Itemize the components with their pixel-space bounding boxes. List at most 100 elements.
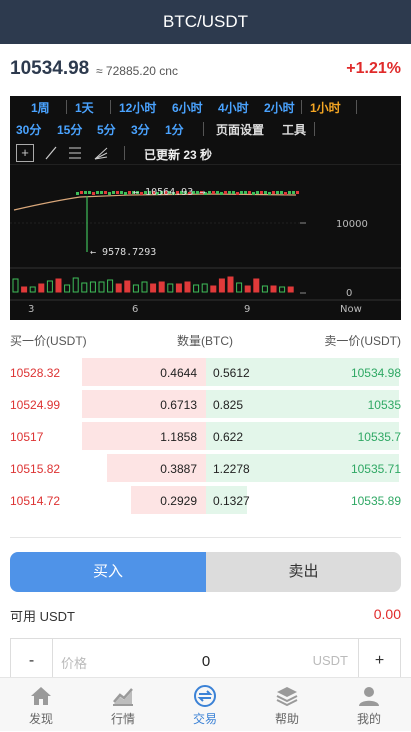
ask-quantity: 1.2278 bbox=[213, 462, 250, 476]
volume-bar bbox=[218, 278, 225, 293]
tf-1h[interactable]: 1小时 bbox=[310, 99, 341, 116]
x-tick-now: Now bbox=[340, 304, 362, 315]
separator bbox=[314, 122, 315, 136]
fan-lines-icon[interactable] bbox=[92, 144, 110, 162]
tools-button[interactable]: 工具 bbox=[282, 121, 306, 138]
volume-bar bbox=[270, 285, 277, 293]
y-tick-10000: 10000 bbox=[336, 219, 368, 230]
price-change: +1.21% bbox=[346, 60, 401, 77]
tf-12h[interactable]: 12小时 bbox=[119, 99, 156, 116]
nav-label: 我的 bbox=[356, 712, 381, 726]
candle bbox=[100, 191, 103, 194]
nav-label: 帮助 bbox=[274, 712, 299, 726]
sell-tab[interactable]: 卖出 bbox=[206, 552, 401, 592]
orderbook-row[interactable]: 10517 1.1858 0.622 10535.7 bbox=[0, 420, 411, 452]
last-updated-text: 已更新 23 秒 bbox=[144, 148, 213, 162]
last-price: 10534.98 bbox=[10, 58, 90, 79]
bid-quantity: 0.4644 bbox=[160, 366, 197, 380]
ask-price: 10535.7 bbox=[357, 430, 401, 444]
ask-price: 10534.98 bbox=[350, 366, 401, 380]
divider bbox=[10, 537, 401, 538]
tf-4h[interactable]: 4小时 bbox=[218, 99, 249, 116]
tf-3m[interactable]: 3分 bbox=[131, 121, 150, 138]
ask-quantity: 0.825 bbox=[213, 398, 244, 412]
candle bbox=[256, 191, 259, 194]
nav-profile[interactable]: 我的 bbox=[328, 678, 410, 732]
price-unit: USDT bbox=[312, 653, 348, 668]
tf-1m[interactable]: 1分 bbox=[165, 121, 184, 138]
volume-bar bbox=[244, 285, 251, 293]
orderbook: 10528.32 0.4644 0.5612 10534.98 10524.99 0.67… bbox=[0, 356, 411, 516]
kline-chart[interactable]: 1周 1天 12小时 6小时 4小时 2小时 1小时 30分 15分 5分 3分… bbox=[10, 96, 401, 320]
parallel-lines-icon[interactable] bbox=[66, 144, 84, 162]
tf-30m[interactable]: 30分 bbox=[16, 121, 41, 138]
crosshair-icon[interactable]: + bbox=[16, 144, 34, 162]
candle bbox=[84, 191, 87, 194]
candle bbox=[124, 192, 127, 195]
orderbook-row[interactable]: 10514.72 0.2929 0.1327 10535.89 bbox=[0, 484, 411, 516]
orderbook-row[interactable]: 10515.82 0.3887 1.2278 10535.71 bbox=[0, 452, 411, 484]
volume-bar bbox=[175, 283, 182, 293]
volume-bar bbox=[227, 276, 234, 293]
tf-15m[interactable]: 15分 bbox=[57, 121, 82, 138]
separator bbox=[124, 146, 125, 160]
price-input[interactable] bbox=[131, 647, 281, 675]
user-icon bbox=[359, 687, 379, 706]
y-tick-0: 0 bbox=[346, 288, 352, 299]
candle bbox=[232, 191, 235, 194]
tf-2h[interactable]: 2小时 bbox=[264, 99, 295, 116]
nav-discover[interactable]: 发现 bbox=[0, 678, 82, 732]
available-balance: 0.00 bbox=[373, 606, 401, 622]
approx-price: ≈ 72885.20 cnc bbox=[96, 64, 178, 78]
ticker-row: 10534.98 ≈ 72885.20 cnc +1.21% bbox=[0, 54, 411, 84]
candle bbox=[224, 191, 227, 194]
volume-bar bbox=[158, 281, 165, 293]
nav-market[interactable]: 行情 bbox=[82, 678, 164, 732]
separator bbox=[66, 100, 67, 114]
nav-help[interactable]: 帮助 bbox=[246, 678, 328, 732]
ask-quantity: 0.5612 bbox=[213, 366, 250, 380]
ask-price-header: 卖一价(USDT) bbox=[324, 334, 401, 348]
home-icon bbox=[31, 687, 51, 705]
x-tick-3: 3 bbox=[28, 304, 34, 315]
market-chart-icon bbox=[113, 688, 133, 706]
volume-bar bbox=[21, 286, 28, 293]
volume-bar bbox=[38, 283, 45, 293]
bid-quantity: 0.2929 bbox=[160, 494, 197, 508]
candle bbox=[268, 192, 271, 195]
orderbook-row[interactable]: 10528.32 0.4644 0.5612 10534.98 bbox=[0, 356, 411, 388]
tf-1w[interactable]: 1周 bbox=[31, 99, 50, 116]
ask-quantity: 0.622 bbox=[213, 430, 244, 444]
trade-side-tabs: 买入 卖出 bbox=[10, 552, 401, 592]
bid-price: 10514.72 bbox=[10, 494, 61, 508]
candle bbox=[228, 191, 231, 194]
price-field-label: 价格 bbox=[61, 656, 88, 671]
volume-bar bbox=[124, 280, 131, 293]
candle bbox=[92, 192, 95, 195]
nav-label: 交易 bbox=[192, 712, 217, 726]
bid-price: 10517 bbox=[10, 430, 44, 444]
tf-5m[interactable]: 5分 bbox=[97, 121, 116, 138]
page-settings-button[interactable]: 页面设置 bbox=[216, 121, 264, 138]
bid-quantity: 0.6713 bbox=[160, 398, 197, 412]
trend-line-icon[interactable] bbox=[42, 144, 60, 162]
candle bbox=[220, 192, 223, 195]
candle bbox=[112, 191, 115, 194]
nav-trade[interactable]: 交易 bbox=[164, 678, 246, 732]
tf-1d[interactable]: 1天 bbox=[75, 99, 94, 116]
volume-bar bbox=[253, 278, 260, 293]
ask-price: 10535.89 bbox=[350, 494, 401, 508]
bid-price: 10515.82 bbox=[10, 462, 61, 476]
volume-bar bbox=[150, 283, 157, 293]
orderbook-row[interactable]: 10524.99 0.6713 0.825 10535 bbox=[0, 388, 411, 420]
tf-6h[interactable]: 6小时 bbox=[172, 99, 203, 116]
candle bbox=[128, 191, 131, 194]
buy-tab[interactable]: 买入 bbox=[10, 552, 206, 592]
layers-icon bbox=[276, 687, 298, 707]
timeframe-row-1: 1周 1天 12小时 6小时 4小时 2小时 1小时 bbox=[10, 96, 401, 118]
ask-quantity: 0.1327 bbox=[213, 494, 250, 508]
volume-bar bbox=[55, 278, 62, 293]
candle bbox=[120, 191, 123, 194]
quantity-header: 数量(BTC) bbox=[177, 334, 233, 348]
volume-bar bbox=[115, 283, 122, 293]
